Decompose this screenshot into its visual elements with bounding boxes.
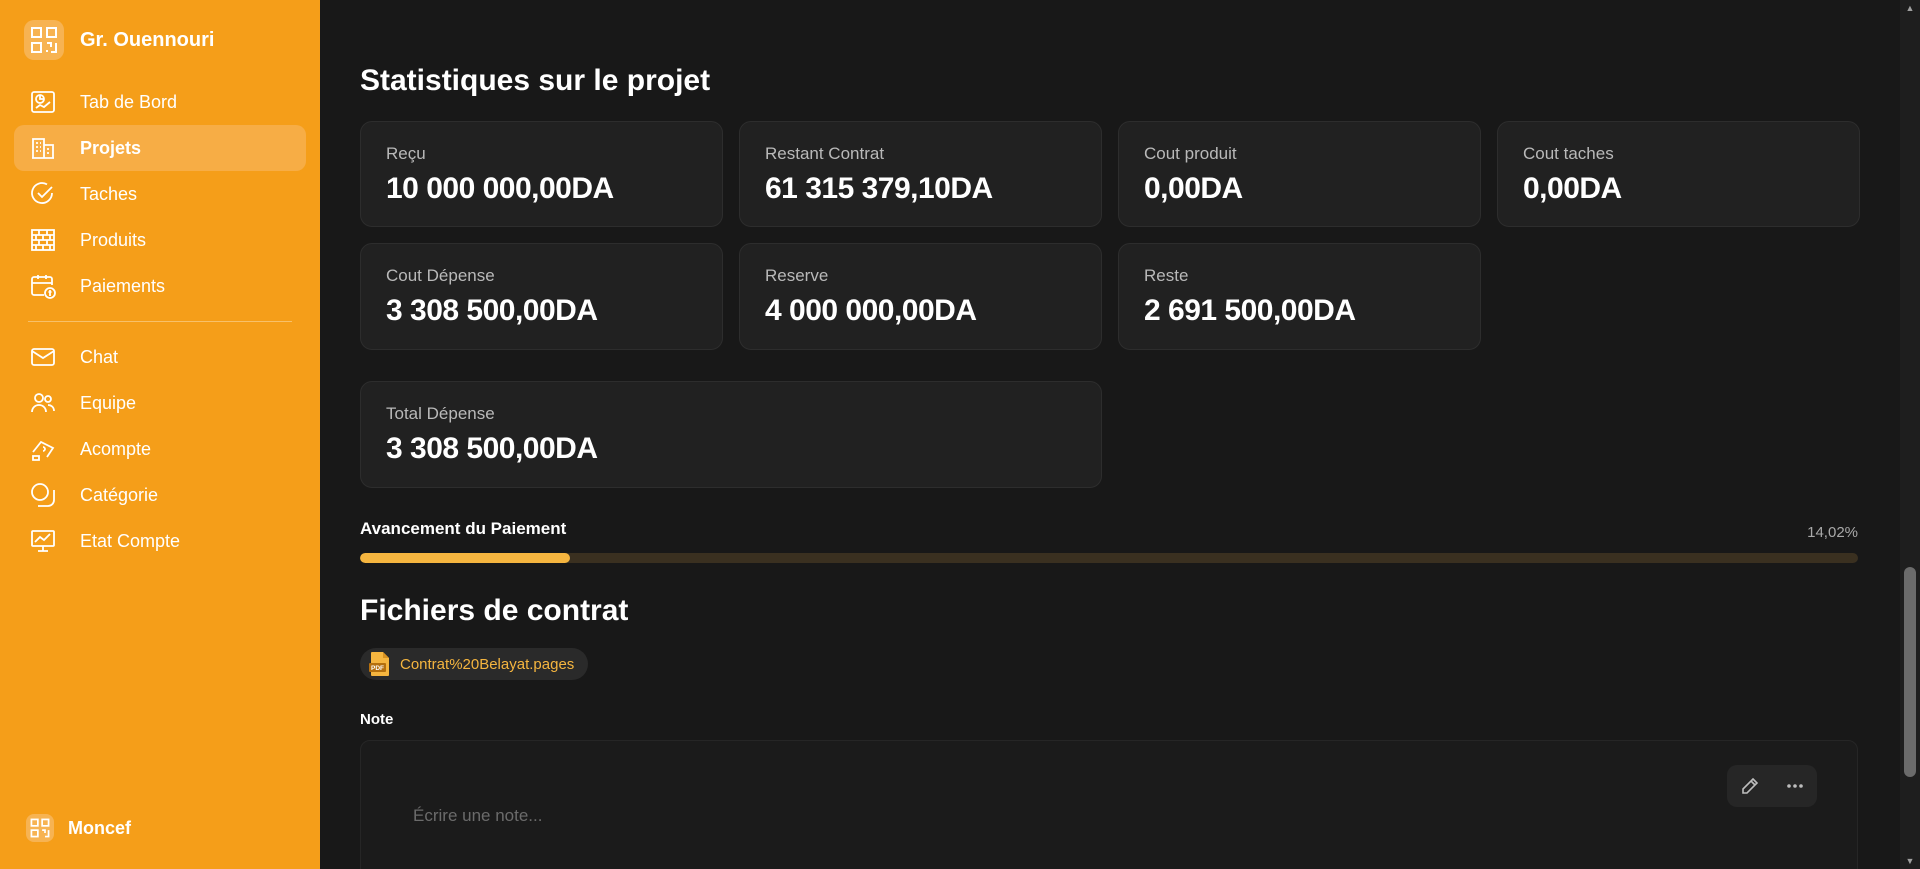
note-editor[interactable]: Écrire une note... <box>360 740 1858 869</box>
qr-logo-icon <box>24 20 64 60</box>
sidebar-item-label: Projets <box>80 137 142 158</box>
note-toolbar <box>1727 765 1817 807</box>
sidebar-item-projets[interactable]: Projets <box>14 125 306 171</box>
scrollbar-thumb[interactable] <box>1904 567 1916 777</box>
sidebar-item-label: Produits <box>80 229 147 250</box>
stat-card-total-depense: Total Dépense 3 308 500,00DA <box>360 381 1102 488</box>
sidebar-item-paiements[interactable]: Paiements <box>14 263 306 309</box>
stat-card-cout-depense: Cout Dépense 3 308 500,00DA <box>360 243 723 350</box>
sidebar-item-chat[interactable]: Chat <box>14 334 306 380</box>
payment-progress-percent: 14,02% <box>1807 524 1858 541</box>
sidebar-item-tab-de-bord[interactable]: Tab de Bord <box>14 79 306 125</box>
sidebar-item-produits[interactable]: Produits <box>14 217 306 263</box>
sidebar-divider <box>28 321 292 322</box>
sidebar-item-equipe[interactable]: Equipe <box>14 380 306 426</box>
stat-card-reserve: Reserve 4 000 000,00DA <box>739 243 1102 350</box>
stat-card-cout-taches: Cout taches 0,00DA <box>1497 121 1860 227</box>
stat-value: 2 691 500,00DA <box>1144 294 1356 327</box>
payment-progress-fill <box>360 553 571 563</box>
stat-value: 0,00DA <box>1523 172 1622 205</box>
sidebar-item-label: Taches <box>80 183 138 204</box>
payment-progress-bar <box>360 553 1858 563</box>
stat-card-recu: Reçu 10 000 000,00DA <box>360 121 723 227</box>
dashboard-icon <box>30 89 56 115</box>
building-icon <box>30 135 56 161</box>
sidebar: Gr. Ouennouri Tab de Bord Projets Taches… <box>0 0 320 869</box>
stat-label: Reste <box>1144 266 1189 285</box>
stat-label: Reserve <box>765 266 829 285</box>
stat-card-cout-produit: Cout produit 0,00DA <box>1118 121 1481 227</box>
bricks-icon <box>30 227 56 253</box>
stat-card-restant-contrat: Restant Contrat 61 315 379,10DA <box>739 121 1102 227</box>
check-circle-icon <box>30 181 56 207</box>
sidebar-item-etat-compte[interactable]: Etat Compte <box>14 518 306 564</box>
files-title: Fichiers de contrat <box>360 594 629 627</box>
sidebar-item-label: Acompte <box>80 438 152 459</box>
edit-icon[interactable] <box>1736 772 1764 800</box>
more-options-icon[interactable] <box>1781 772 1809 800</box>
stat-label: Total Dépense <box>386 404 495 423</box>
sidebar-item-label: Paiements <box>80 275 166 296</box>
pdf-file-icon: PDF <box>368 651 392 677</box>
hand-money-icon <box>30 436 56 462</box>
stat-value: 61 315 379,10DA <box>765 172 993 205</box>
stat-label: Restant Contrat <box>765 144 885 163</box>
stat-value: 4 000 000,00DA <box>765 294 977 327</box>
stat-value: 10 000 000,00DA <box>386 172 614 205</box>
stats-title: Statistiques sur le projet <box>360 64 711 97</box>
stat-label: Cout produit <box>1144 144 1237 163</box>
scroll-up-arrow-icon[interactable]: ▲ <box>1900 0 1920 16</box>
sidebar-item-label: Catégorie <box>80 484 159 505</box>
main-content: Statistiques sur le projet Reçu 10 000 0… <box>320 0 1900 869</box>
page-scrollbar[interactable]: ▲ ▼ <box>1900 0 1920 869</box>
scroll-down-arrow-icon[interactable]: ▼ <box>1900 853 1920 869</box>
stat-label: Cout taches <box>1523 144 1614 163</box>
contract-file-chip[interactable]: PDF Contrat%20Belayat.pages <box>360 648 589 680</box>
stat-card-reste: Reste 2 691 500,00DA <box>1118 243 1481 350</box>
sidebar-item-label: Chat <box>80 346 119 367</box>
stat-label: Cout Dépense <box>386 266 495 285</box>
calendar-dollar-icon <box>30 273 56 299</box>
mail-icon <box>30 344 56 370</box>
sidebar-item-label: Etat Compte <box>80 530 181 551</box>
sidebar-item-label: Equipe <box>80 392 137 413</box>
note-label: Note <box>360 711 394 728</box>
brand[interactable]: Gr. Ouennouri <box>24 20 214 60</box>
brand-name: Gr. Ouennouri <box>80 28 215 51</box>
sidebar-item-taches[interactable]: Taches <box>14 171 306 217</box>
category-icon <box>30 482 56 508</box>
user-name: Moncef <box>68 817 131 838</box>
payment-progress-title: Avancement du Paiement <box>360 519 567 538</box>
sidebar-nav: Tab de Bord Projets Taches Produits Paie… <box>14 79 306 564</box>
sidebar-item-acompte[interactable]: Acompte <box>14 426 306 472</box>
stat-value: 3 308 500,00DA <box>386 294 598 327</box>
stat-value: 3 308 500,00DA <box>386 432 598 465</box>
stat-label: Reçu <box>386 144 426 163</box>
users-icon <box>30 390 56 416</box>
avatar <box>26 814 54 842</box>
stat-value: 0,00DA <box>1144 172 1243 205</box>
sidebar-item-label: Tab de Bord <box>80 91 178 112</box>
sidebar-item-categorie[interactable]: Catégorie <box>14 472 306 518</box>
monitor-chart-icon <box>30 528 56 554</box>
svg-text:PDF: PDF <box>371 665 384 672</box>
note-placeholder[interactable]: Écrire une note... <box>413 806 542 826</box>
user-profile[interactable]: Moncef <box>26 814 131 842</box>
contract-file-name: Contrat%20Belayat.pages <box>400 655 575 673</box>
